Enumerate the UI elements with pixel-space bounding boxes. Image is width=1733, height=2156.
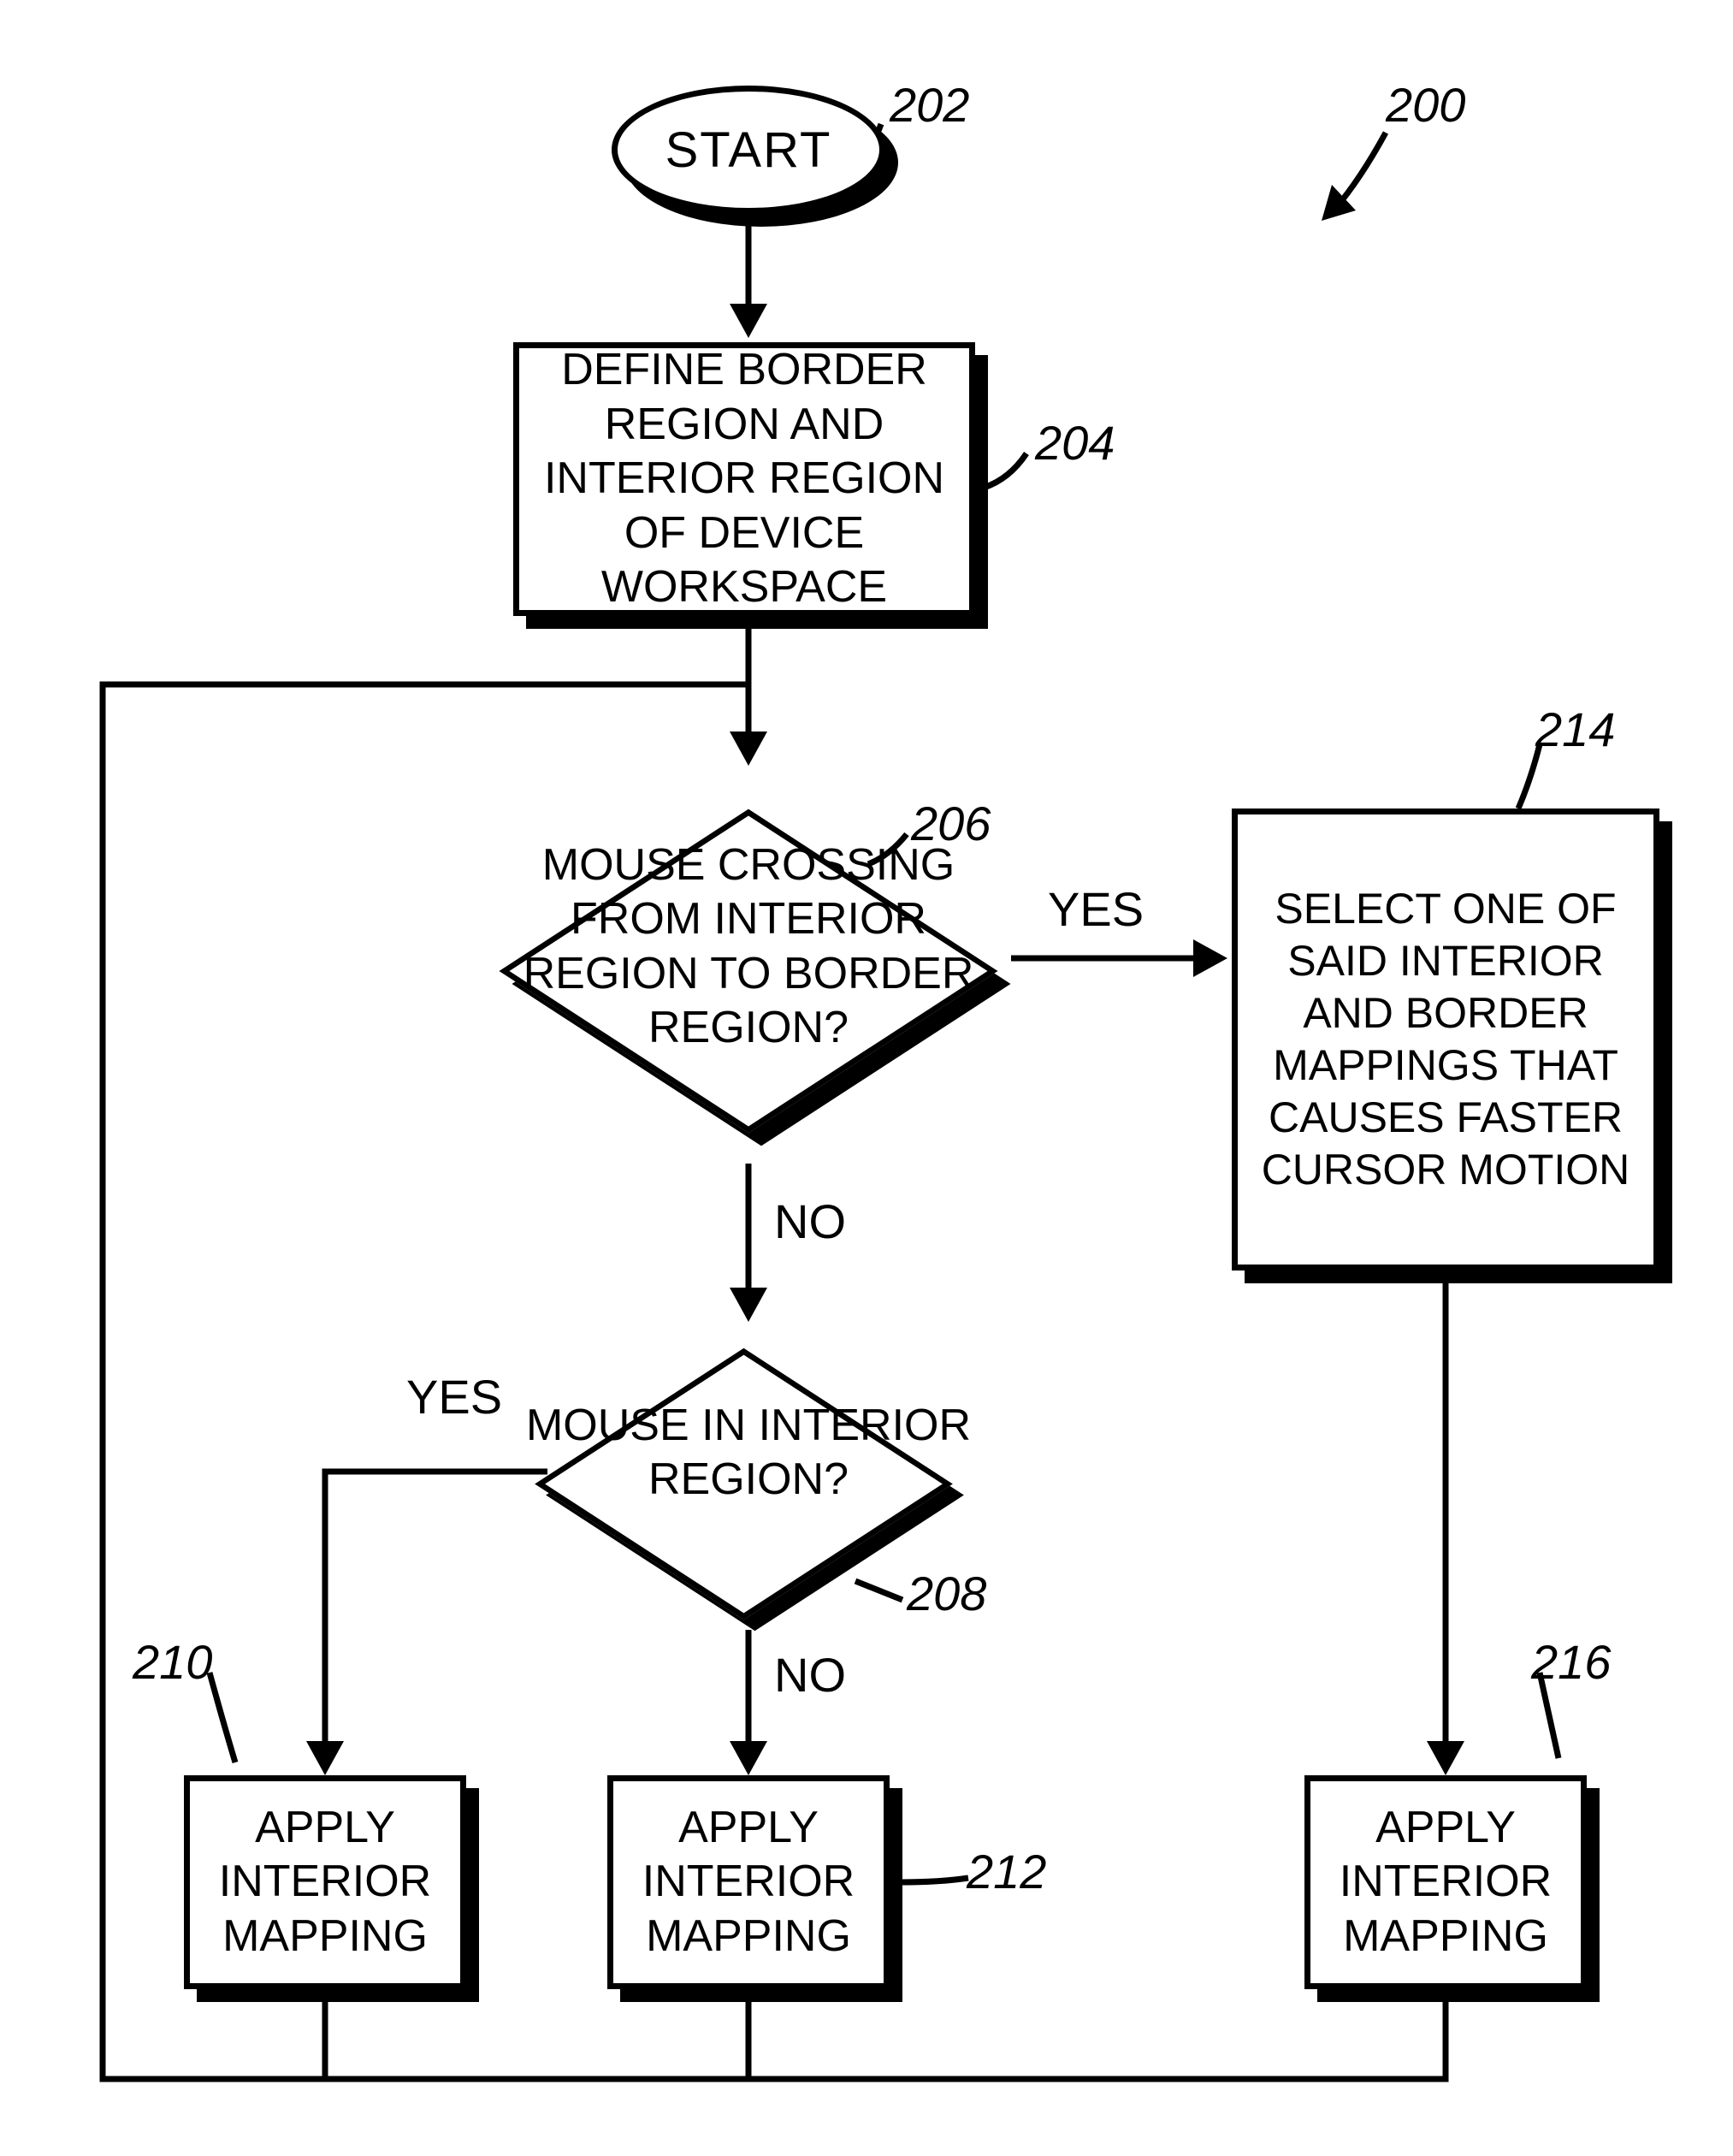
process-apply-interior-216: APPLY INTERIOR MAPPING bbox=[1304, 1775, 1587, 1989]
ref-210: 210 bbox=[133, 1634, 212, 1690]
process-apply-interior-210: APPLY INTERIOR MAPPING bbox=[184, 1775, 466, 1989]
decision-interior-text: MOUSE IN INTERIOR REGION? bbox=[518, 1399, 979, 1507]
ref-206: 206 bbox=[911, 796, 991, 851]
process-define: DEFINE BORDER REGION AND INTERIOR REGION… bbox=[513, 342, 975, 616]
start-label: START bbox=[665, 121, 832, 179]
ref-204: 204 bbox=[1035, 415, 1115, 471]
process-apply-interior-212: APPLY INTERIOR MAPPING bbox=[607, 1775, 890, 1989]
ref-208: 208 bbox=[907, 1566, 986, 1621]
start-terminator: START bbox=[612, 86, 885, 214]
p216-text: APPLY INTERIOR MAPPING bbox=[1326, 1801, 1565, 1964]
d2-no: NO bbox=[774, 1647, 846, 1703]
ref-212: 212 bbox=[967, 1844, 1046, 1899]
process-select-mapping: SELECT ONE OF SAID INTERIOR AND BORDER M… bbox=[1232, 808, 1659, 1270]
ref-214: 214 bbox=[1535, 702, 1615, 757]
d1-yes: YES bbox=[1048, 881, 1144, 937]
ref-202: 202 bbox=[890, 77, 969, 133]
ref-200: 200 bbox=[1386, 77, 1465, 133]
p214-text: SELECT ONE OF SAID INTERIOR AND BORDER M… bbox=[1253, 883, 1638, 1196]
decision-crossing-text: MOUSE CROSSING FROM INTERIOR REGION TO B… bbox=[483, 838, 1014, 1056]
ref-216: 216 bbox=[1531, 1634, 1611, 1690]
d2-yes: YES bbox=[406, 1369, 502, 1424]
p212-text: APPLY INTERIOR MAPPING bbox=[629, 1801, 868, 1964]
d1-no: NO bbox=[774, 1194, 846, 1249]
define-text: DEFINE BORDER REGION AND INTERIOR REGION… bbox=[535, 343, 954, 614]
p210-text: APPLY INTERIOR MAPPING bbox=[205, 1801, 445, 1964]
